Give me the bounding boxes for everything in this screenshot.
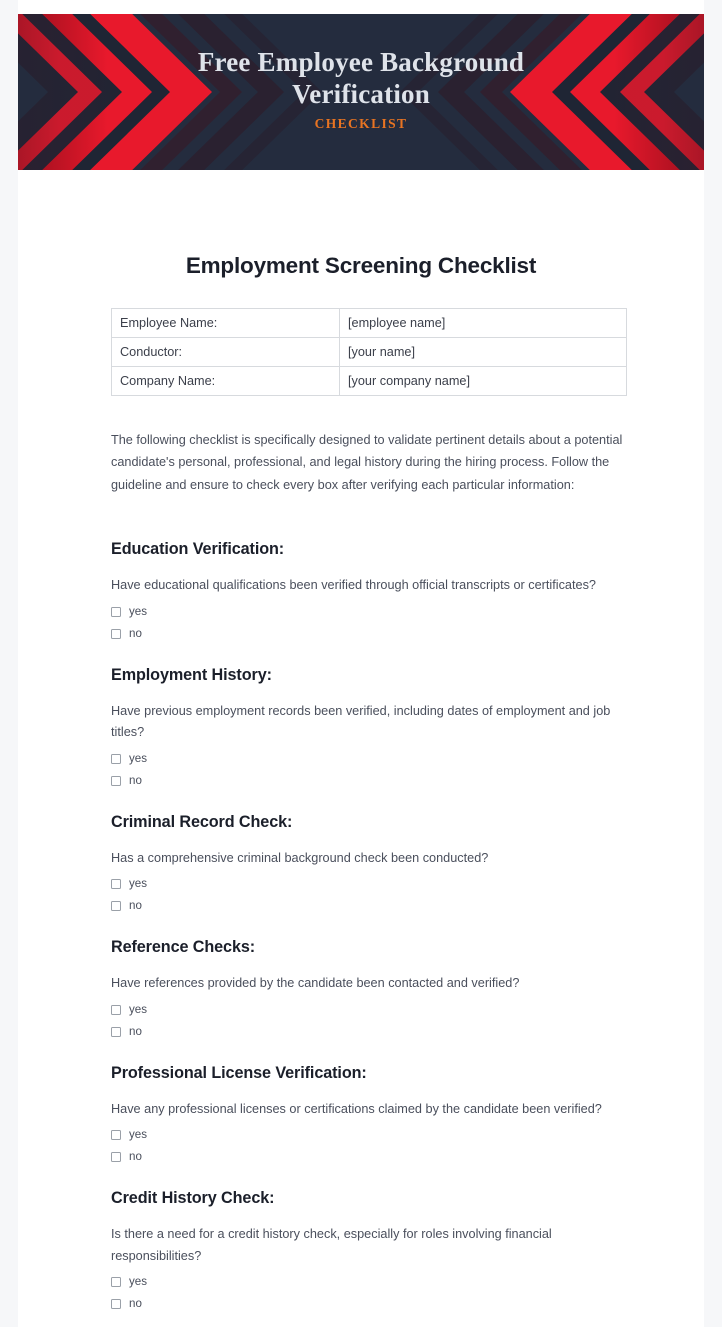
section-question: Has a comprehensive criminal background … xyxy=(111,850,489,865)
section-heading: Professional License Verification: xyxy=(111,1063,367,1082)
page-root: Free Employee Background Verification CH… xyxy=(0,0,722,1327)
checkbox-option-no[interactable]: no xyxy=(111,770,611,792)
section-heading: Credit History Check: xyxy=(111,1189,275,1208)
info-value[interactable]: [employee name] xyxy=(339,308,627,338)
section-question: Have any professional licenses or certif… xyxy=(111,1101,602,1116)
checkbox-label: no xyxy=(129,899,142,913)
checkbox-icon[interactable] xyxy=(111,1026,121,1037)
checkbox-label: no xyxy=(129,773,142,787)
checkbox-label: yes xyxy=(129,751,148,765)
checkbox-label: no xyxy=(129,626,142,640)
checkbox-option-yes[interactable]: yes xyxy=(111,999,611,1021)
checkbox-option-yes[interactable]: yes xyxy=(111,1124,611,1146)
section-question: Have educational qualifications been ver… xyxy=(111,578,596,593)
checklist-section-professional-license-verification: Professional License Verification: Have … xyxy=(111,1064,611,1169)
checkbox-icon[interactable] xyxy=(111,1299,121,1310)
checkbox-option-no[interactable]: no xyxy=(111,1293,611,1315)
checklist-section-employment-history: Employment History: Have previous employ… xyxy=(111,666,611,792)
checkbox-icon[interactable] xyxy=(111,1277,121,1288)
checkbox-label: yes xyxy=(129,1002,148,1016)
checkbox-label: yes xyxy=(129,1275,148,1289)
checkbox-option-yes[interactable]: yes xyxy=(111,1271,611,1293)
checkbox-option-yes[interactable]: yes xyxy=(111,601,611,623)
employee-info-table: Employee Name: [employee name] Conductor… xyxy=(111,308,627,396)
checklist-section-reference-checks: Reference Checks: Have references provid… xyxy=(111,938,611,1043)
document-sheet: Free Employee Background Verification CH… xyxy=(18,0,704,1327)
section-question: Have references provided by the candidat… xyxy=(111,976,520,991)
checkbox-icon[interactable] xyxy=(111,775,121,786)
checkbox-icon[interactable] xyxy=(111,1152,121,1163)
checkbox-label: no xyxy=(129,1297,142,1311)
checkbox-option-yes[interactable]: yes xyxy=(111,748,611,770)
banner-subtitle: CHECKLIST xyxy=(314,116,408,131)
intro-paragraph: The following checklist is specifically … xyxy=(111,433,623,492)
table-row: Company Name: [your company name] xyxy=(111,366,627,396)
checkbox-option-no[interactable]: no xyxy=(111,1021,611,1043)
checkbox-label: no xyxy=(129,1150,142,1164)
checkbox-option-no[interactable]: no xyxy=(111,623,611,645)
section-heading: Employment History: xyxy=(111,665,272,684)
info-label: Employee Name: xyxy=(111,308,340,338)
info-label: Conductor: xyxy=(111,337,340,367)
checkbox-icon[interactable] xyxy=(111,1004,121,1015)
page-title: Employment Screening Checklist xyxy=(185,253,537,278)
section-heading: Reference Checks: xyxy=(111,938,256,957)
checklist-sections: Education Verification: Have educational… xyxy=(111,540,611,1315)
section-question: Have previous employment records been ve… xyxy=(111,703,611,740)
checkbox-icon[interactable] xyxy=(111,901,121,912)
info-value[interactable]: [your name] xyxy=(339,337,627,367)
checkbox-label: yes xyxy=(129,1128,148,1142)
checkbox-icon[interactable] xyxy=(111,753,121,764)
table-row: Conductor: [your name] xyxy=(111,337,627,367)
checkbox-option-no[interactable]: no xyxy=(111,895,611,917)
checkbox-icon[interactable] xyxy=(111,1130,121,1141)
banner-text-block: Free Employee Background Verification CH… xyxy=(18,46,704,132)
info-table-body: Employee Name: [employee name] Conductor… xyxy=(111,308,627,396)
checkbox-option-yes[interactable]: yes xyxy=(111,873,611,895)
checklist-section-credit-history-check: Credit History Check: Is there a need fo… xyxy=(111,1189,611,1315)
section-heading: Criminal Record Check: xyxy=(111,812,293,831)
section-heading: Education Verification: xyxy=(111,540,285,559)
checkbox-icon[interactable] xyxy=(111,879,121,890)
document-content: Employment Screening Checklist Employee … xyxy=(18,253,704,1315)
checkbox-option-no[interactable]: no xyxy=(111,1146,611,1168)
checkbox-icon[interactable] xyxy=(111,606,121,617)
info-value[interactable]: [your company name] xyxy=(339,366,627,396)
checkbox-label: yes xyxy=(129,877,148,891)
section-question: Is there a need for a credit history che… xyxy=(111,1227,552,1263)
checkbox-label: no xyxy=(129,1024,142,1038)
info-label: Company Name: xyxy=(111,366,340,396)
checklist-section-criminal-record-check: Criminal Record Check: Has a comprehensi… xyxy=(111,813,611,918)
checkbox-label: yes xyxy=(129,604,148,618)
banner-title: Free Employee Background Verification xyxy=(197,47,525,109)
table-row: Employee Name: [employee name] xyxy=(111,308,627,338)
checklist-section-education-verification: Education Verification: Have educational… xyxy=(111,540,611,645)
document-banner: Free Employee Background Verification CH… xyxy=(18,14,704,170)
checkbox-icon[interactable] xyxy=(111,628,121,639)
